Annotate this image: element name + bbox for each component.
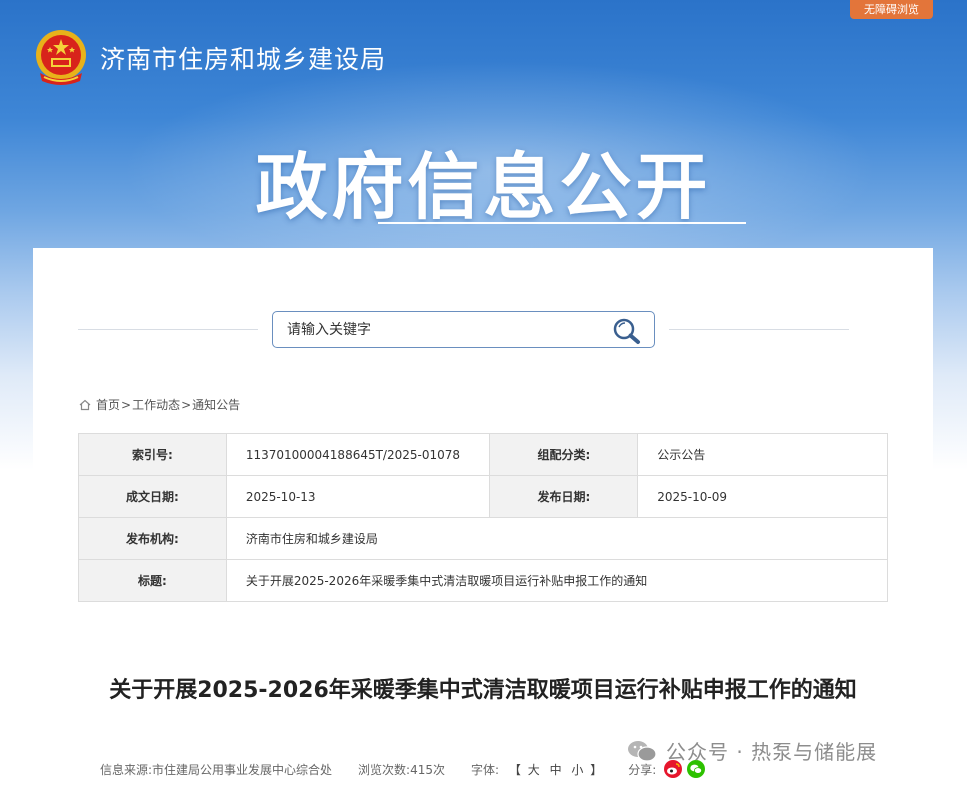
font-bracket-open: 【 <box>508 762 521 777</box>
content-panel: 首页 > 工作动态 > 通知公告 索引号: 11370100004188645T… <box>33 248 933 789</box>
table-row: 发布机构: 济南市住房和城乡建设局 <box>78 517 889 560</box>
search-icon[interactable] <box>612 317 642 345</box>
wechat-official-account-icon <box>628 740 657 762</box>
written-date-label: 成文日期: <box>78 475 227 518</box>
breadcrumb-separator: > <box>121 397 132 412</box>
title-label: 标题: <box>78 559 227 602</box>
breadcrumb: 首页 > 工作动态 > 通知公告 <box>79 396 240 413</box>
search-box <box>272 311 655 348</box>
index-label: 索引号: <box>78 433 227 476</box>
search-divider-right <box>669 329 849 330</box>
info-views: 浏览次数:415次 <box>358 762 445 777</box>
accessibility-button[interactable]: 无障碍浏览 <box>850 0 933 19</box>
agency-value: 济南市住房和城乡建设局 <box>225 517 889 560</box>
national-emblem-icon <box>36 30 86 85</box>
font-size-label: 字体: <box>471 762 500 777</box>
breadcrumb-separator: > <box>181 397 192 412</box>
font-size-control: 字体: 【 大 中 小 】 <box>471 761 602 778</box>
info-source: 信息来源:市住建局公用事业发展中心综合处 <box>100 762 333 777</box>
font-large-button[interactable]: 大 <box>528 763 540 777</box>
category-label: 组配分类: <box>489 433 639 476</box>
hero-underline <box>378 222 746 224</box>
table-row: 索引号: 11370100004188645T/2025-01078 组配分类:… <box>78 433 888 476</box>
table-row: 标题: 关于开展2025-2026年采暖季集中式清洁取暖项目运行补贴申报工作的通… <box>78 559 889 602</box>
breadcrumb-notices[interactable]: 通知公告 <box>192 396 240 413</box>
font-small-button[interactable]: 小 <box>571 763 583 777</box>
article-title: 关于开展2025-2026年采暖季集中式清洁取暖项目运行补贴申报工作的通知 <box>109 678 857 703</box>
font-medium-button[interactable]: 中 <box>550 763 562 777</box>
hero-title: 政府信息公开 <box>255 145 712 229</box>
written-date-value: 2025-10-13 <box>225 475 491 518</box>
search-input[interactable] <box>287 320 587 340</box>
category-value: 公示公告 <box>637 433 888 476</box>
publish-date-value: 2025-10-09 <box>637 475 888 518</box>
article-info-bar: 信息来源:市住建局公用事业发展中心综合处 浏览次数:415次 字体: 【 大 中… <box>100 760 706 778</box>
table-row: 成文日期: 2025-10-13 发布日期: 2025-10-09 <box>78 475 888 518</box>
font-bracket-close: 】 <box>590 762 603 777</box>
search-divider-left <box>78 329 258 330</box>
breadcrumb-home[interactable]: 首页 <box>96 396 120 413</box>
watermark: 公众号 · 热泵与储能展 <box>626 736 877 765</box>
breadcrumb-work-news[interactable]: 工作动态 <box>132 396 180 413</box>
watermark-text: 公众号 · 热泵与储能展 <box>666 740 878 764</box>
document-metadata-table: 索引号: 11370100004188645T/2025-01078 组配分类:… <box>78 433 889 602</box>
index-value: 11370100004188645T/2025-01078 <box>225 433 491 476</box>
home-icon <box>79 399 91 410</box>
site-name[interactable]: 济南市住房和城乡建设局 <box>100 40 386 76</box>
publish-date-label: 发布日期: <box>489 475 639 518</box>
title-value: 关于开展2025-2026年采暖季集中式清洁取暖项目运行补贴申报工作的通知 <box>225 559 889 602</box>
agency-label: 发布机构: <box>78 517 227 560</box>
